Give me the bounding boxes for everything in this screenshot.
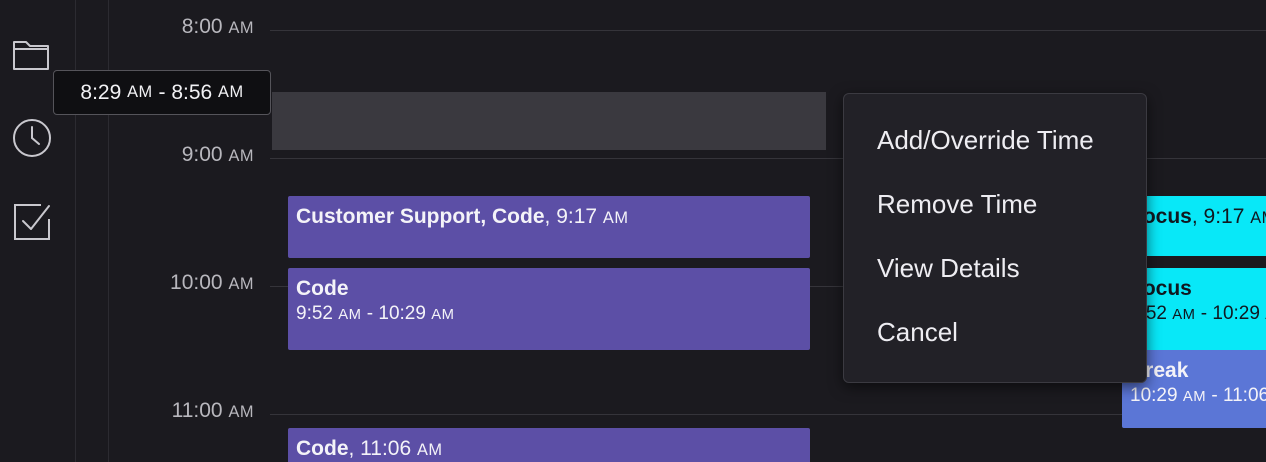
menu-item-remove-time[interactable]: Remove Time bbox=[877, 189, 1037, 220]
event-code[interactable]: Code 9:52 AM - 10:29 AM bbox=[288, 268, 810, 350]
hour-label-8: 8:00 AM bbox=[181, 15, 254, 38]
hour-line bbox=[270, 30, 1266, 31]
hour-label-9: 9:00 AM bbox=[181, 143, 254, 166]
event-code-2[interactable]: Code, 11:06 AM bbox=[288, 428, 810, 462]
hour-label-10: 10:00 AM bbox=[170, 271, 254, 294]
folder-icon[interactable] bbox=[10, 32, 54, 76]
menu-item-view-details[interactable]: View Details bbox=[877, 253, 1020, 284]
menu-item-add-override-time[interactable]: Add/Override Time bbox=[877, 125, 1094, 156]
hour-line bbox=[270, 414, 1266, 415]
time-range-tooltip: 8:29 AM - 8:56 AM bbox=[53, 70, 271, 115]
event-customer-support[interactable]: Customer Support, Code, 9:17 AM bbox=[288, 196, 810, 258]
hour-label-11: 11:00 AM bbox=[171, 399, 254, 422]
checkbox-icon[interactable] bbox=[10, 200, 54, 244]
context-menu: Add/Override Time Remove Time View Detai… bbox=[843, 93, 1147, 383]
selected-time-range[interactable] bbox=[272, 92, 826, 150]
menu-item-cancel[interactable]: Cancel bbox=[877, 317, 958, 348]
clock-icon[interactable] bbox=[10, 116, 54, 160]
